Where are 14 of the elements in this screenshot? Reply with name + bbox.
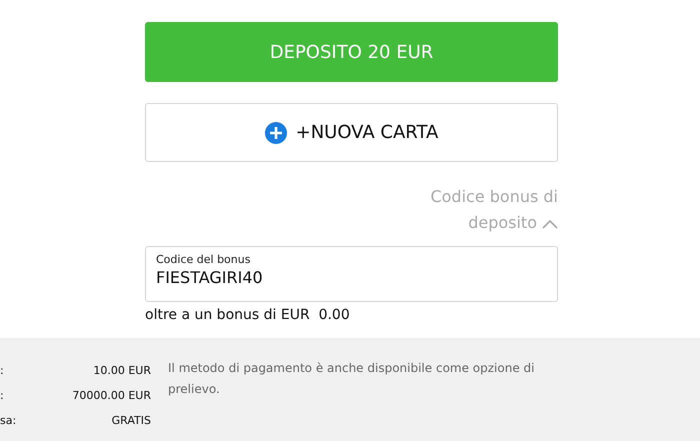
info-message: Il metodo di pagamento è anche disponibile come opzione di prelievo. <box>168 360 536 398</box>
bonus-code-field[interactable]: Codice del bonus FIESTAGIRI40 <box>145 246 558 302</box>
field-label: Codice del bonus <box>156 253 252 266</box>
chevron-icon <box>542 218 558 229</box>
info-label: sa: <box>0 413 18 429</box>
new-card-button[interactable]: +NUOVA CARTA <box>145 103 558 162</box>
bonus-code-input[interactable]: FIESTAGIRI40 <box>156 266 547 287</box>
info-value: 70000.00 EUR <box>71 388 151 404</box>
info-label: : <box>0 363 5 379</box>
bonus-note: oltre a un bonus di EUR 0.00 <box>145 307 351 323</box>
info-label: : <box>0 388 5 404</box>
plus-icon <box>264 122 287 144</box>
info-value: GRATIS <box>110 413 151 429</box>
info-value: 10.00 EUR <box>92 363 151 379</box>
